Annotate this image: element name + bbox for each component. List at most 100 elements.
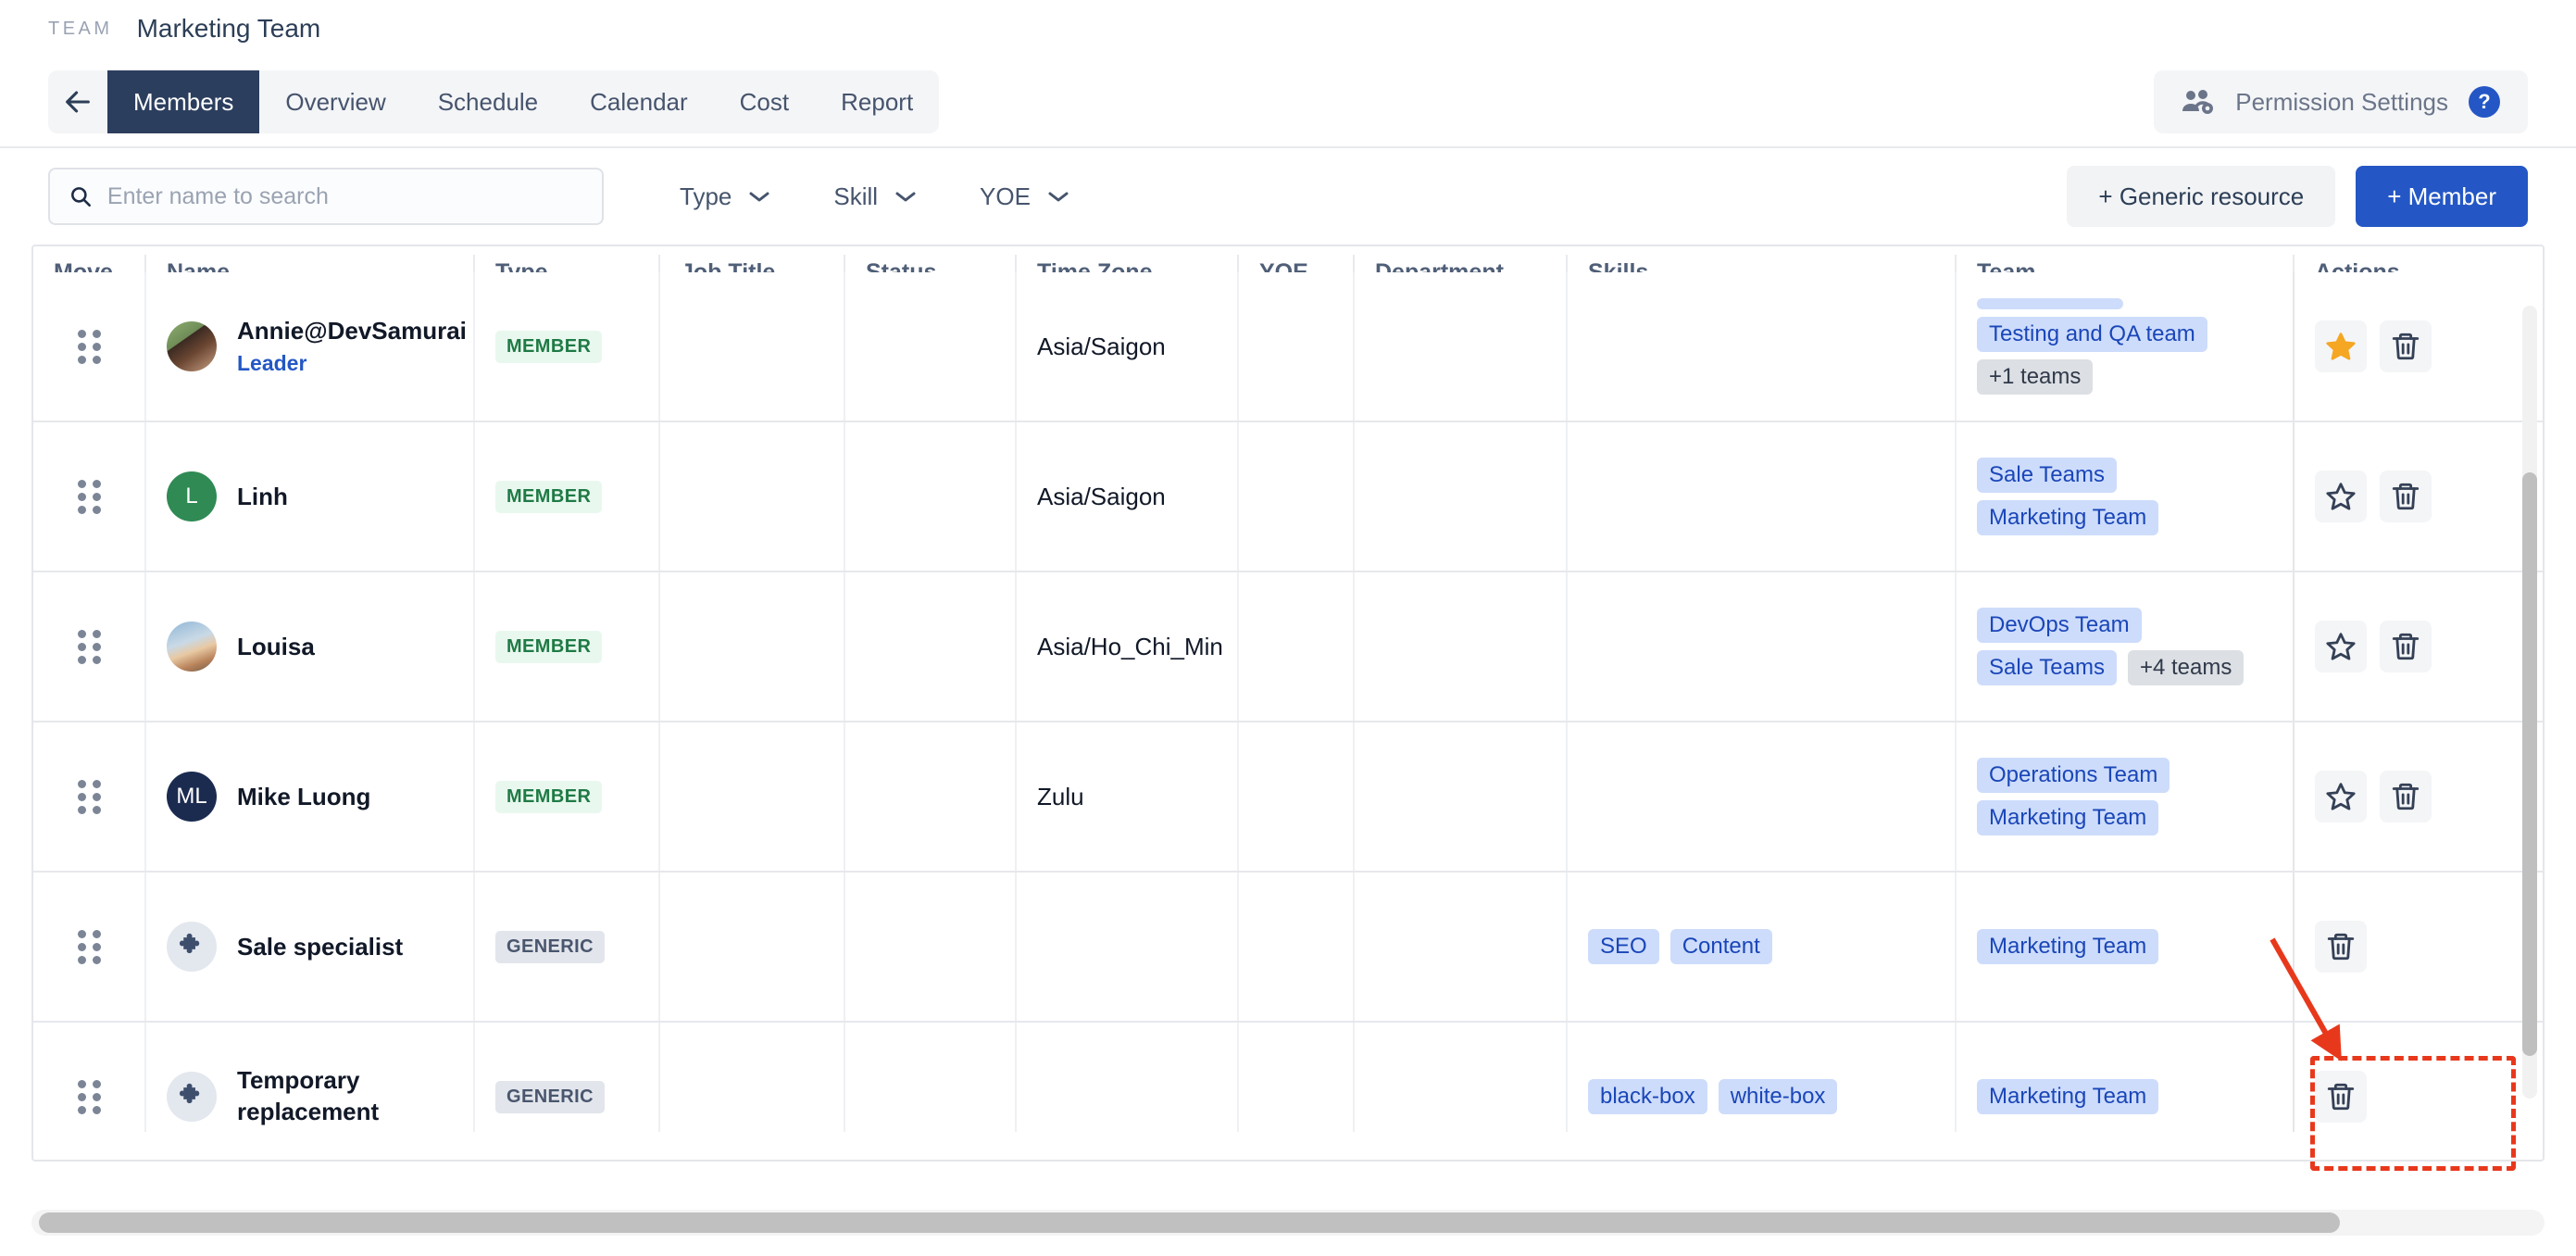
arrow-left-icon	[66, 91, 90, 113]
tag[interactable]: Sale Teams	[1977, 650, 2117, 685]
tag[interactable]	[1977, 298, 2123, 309]
table-row: Louisa MEMBER Asia/Ho_Chi_Min DevOps Team Sa…	[33, 572, 2543, 722]
member-role: Leader	[237, 351, 307, 375]
cell-type: GENERIC	[473, 1023, 658, 1132]
puzzle-icon	[179, 933, 200, 954]
tab-group: Members Overview Schedule Calendar Cost …	[48, 70, 940, 133]
search-icon	[71, 187, 91, 207]
trash-icon	[2327, 1083, 2355, 1111]
breadcrumb: TEAM Marketing Team	[0, 0, 2576, 57]
drag-handle-icon[interactable]	[77, 779, 101, 814]
permission-settings-button[interactable]: Permission Settings ?	[2154, 70, 2528, 133]
delete-button[interactable]	[2380, 771, 2432, 823]
favorite-button[interactable]	[2315, 320, 2367, 372]
tag[interactable]: Operations Team	[1977, 758, 2170, 793]
tab-members[interactable]: Members	[107, 70, 260, 133]
tag[interactable]: SEO	[1588, 929, 1659, 964]
trash-icon	[2392, 783, 2420, 810]
member-name: Louisa	[237, 632, 315, 660]
drag-handle-icon[interactable]	[77, 629, 101, 664]
tab-schedule[interactable]: Schedule	[412, 70, 564, 133]
chevron-down-icon	[1048, 192, 1069, 202]
cell-skills	[1566, 272, 1955, 421]
tag[interactable]: Sale Teams	[1977, 458, 2117, 493]
tag[interactable]: Testing and QA team	[1977, 317, 2207, 352]
search-box[interactable]	[48, 168, 604, 225]
cell-time-zone: Asia/Ho_Chi_Min	[1015, 572, 1237, 721]
cell-status	[844, 873, 1015, 1021]
cell-status	[844, 422, 1015, 571]
tab-overview[interactable]: Overview	[259, 70, 411, 133]
add-generic-resource-button[interactable]: + Generic resource	[2067, 166, 2336, 227]
add-member-button[interactable]: + Member	[2356, 166, 2528, 227]
tag[interactable]: black-box	[1588, 1079, 1707, 1114]
drag-handle-icon[interactable]	[77, 1079, 101, 1114]
vertical-scrollbar[interactable]	[2522, 306, 2537, 1099]
avatar: ML	[167, 772, 217, 822]
tab-report[interactable]: Report	[815, 70, 939, 133]
horizontal-scrollbar[interactable]	[31, 1210, 2545, 1236]
cell-yoe	[1237, 272, 1353, 421]
help-icon[interactable]: ?	[2469, 86, 2500, 118]
tag[interactable]: DevOps Team	[1977, 608, 2142, 643]
avatar	[167, 622, 217, 672]
cell-department	[1353, 422, 1566, 571]
vertical-scrollbar-thumb[interactable]	[2522, 472, 2537, 1056]
cell-name: Annie@DevSamurai Leader	[144, 272, 473, 421]
drag-handle-icon[interactable]	[77, 929, 101, 964]
avatar	[167, 922, 217, 972]
filter-skill[interactable]: Skill	[802, 182, 948, 211]
member-name: Sale specialist	[237, 932, 404, 961]
cell-type: MEMBER	[473, 272, 658, 421]
cell-skills: black-box white-box	[1566, 1023, 1955, 1132]
tag[interactable]: Marketing Team	[1977, 800, 2159, 835]
drag-handle-icon[interactable]	[77, 479, 101, 514]
cell-move[interactable]	[33, 422, 144, 571]
cell-job-title	[658, 1023, 844, 1132]
row-actions	[2315, 621, 2432, 672]
tag[interactable]: Marketing Team	[1977, 929, 2159, 964]
filter-type[interactable]: Type	[648, 182, 802, 211]
cell-department	[1353, 272, 1566, 421]
cell-move[interactable]	[33, 722, 144, 871]
tag[interactable]: Content	[1669, 929, 1772, 964]
search-input[interactable]	[106, 182, 583, 210]
cell-status	[844, 1023, 1015, 1132]
delete-button[interactable]	[2380, 471, 2432, 522]
row-actions	[2315, 320, 2432, 372]
back-button[interactable]	[48, 70, 107, 133]
delete-button[interactable]	[2380, 621, 2432, 672]
cell-skills	[1566, 722, 1955, 871]
table-row: Sale specialist GENERIC SEO Content Marketin…	[33, 873, 2543, 1023]
more-teams-tag[interactable]: +4 teams	[2127, 650, 2245, 685]
delete-button[interactable]	[2315, 1071, 2367, 1123]
tag[interactable]: white-box	[1718, 1079, 1838, 1114]
favorite-button[interactable]	[2315, 621, 2367, 672]
cell-type: MEMBER	[473, 722, 658, 871]
favorite-button[interactable]	[2315, 471, 2367, 522]
cell-actions	[2293, 1023, 2543, 1132]
cell-team: Sale Teams Marketing Team	[1955, 422, 2293, 571]
favorite-button[interactable]	[2315, 771, 2367, 823]
tab-cost[interactable]: Cost	[714, 70, 815, 133]
cell-move[interactable]	[33, 572, 144, 721]
delete-button[interactable]	[2380, 320, 2432, 372]
trash-icon	[2327, 933, 2355, 961]
cell-move[interactable]	[33, 873, 144, 1021]
cell-move[interactable]	[33, 272, 144, 421]
delete-button[interactable]	[2315, 921, 2367, 973]
horizontal-scrollbar-thumb[interactable]	[39, 1212, 2340, 1233]
cell-time-zone: Zulu	[1015, 722, 1237, 871]
more-teams-tag[interactable]: +1 teams	[1977, 359, 2094, 395]
drag-handle-icon[interactable]	[77, 329, 101, 364]
time-zone-value: Asia/Ho_Chi_Min	[1037, 632, 1223, 660]
table-row: Annie@DevSamurai Leader MEMBER Asia/Saigon T…	[33, 272, 2543, 422]
tab-bar: Members Overview Schedule Calendar Cost …	[0, 57, 2576, 148]
cell-job-title	[658, 722, 844, 871]
cell-skills: SEO Content	[1566, 873, 1955, 1021]
filter-yoe[interactable]: YOE	[948, 182, 1101, 211]
tag[interactable]: Marketing Team	[1977, 500, 2159, 535]
cell-move[interactable]	[33, 1023, 144, 1132]
tag[interactable]: Marketing Team	[1977, 1079, 2159, 1114]
tab-calendar[interactable]: Calendar	[564, 70, 714, 133]
